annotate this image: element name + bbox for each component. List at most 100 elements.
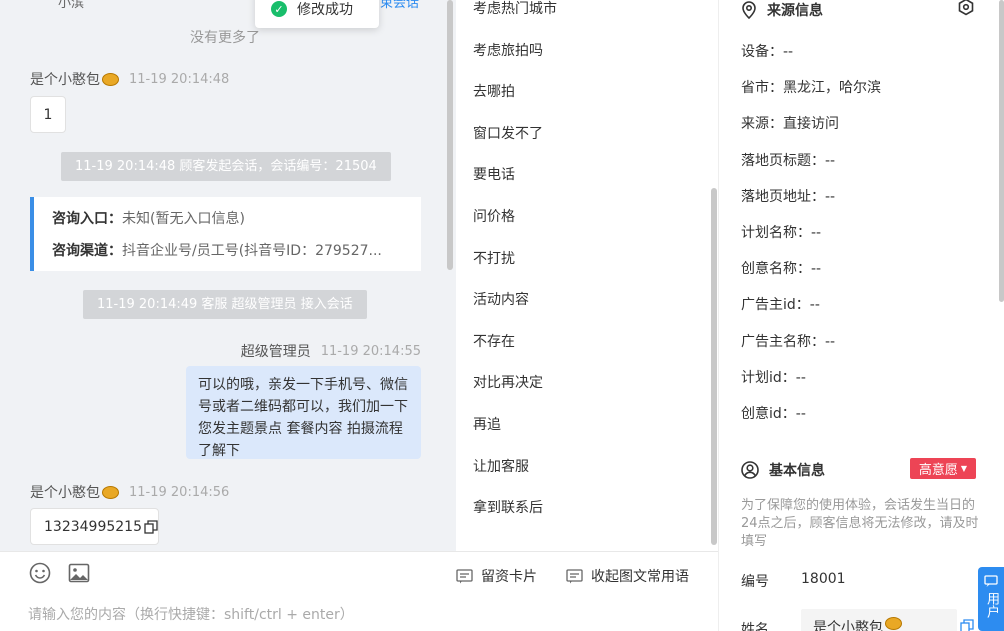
- card-icon: [456, 568, 473, 583]
- sender-name: 是个小憨包: [30, 485, 100, 501]
- quick-reply-item[interactable]: 不存在: [473, 331, 515, 351]
- field-value: 黑龙江，哈尔滨: [783, 80, 881, 97]
- field-value: --: [811, 225, 822, 241]
- chat-panel: 小滨 束会话 没有更多了 是个小憨包 11-19 20:14:48 1 11-1…: [0, 0, 456, 551]
- quick-reply-list: 考虑热门城市 考虑旅拍吗去哪拍窗口发不了要电话问价格不打扰活动内容不存在对比再决定…: [456, 0, 718, 551]
- emoji-icon: [885, 617, 902, 630]
- basic-info-title: 基本信息: [741, 460, 825, 480]
- field-label: 落地页标题：: [741, 152, 825, 169]
- message-time: 11-19 20:14:55: [320, 343, 421, 359]
- phone-text: 13234995215: [44, 518, 142, 535]
- message-sender: 超级管理员 11-19 20:14:55: [241, 341, 421, 361]
- field-value: --: [825, 152, 836, 169]
- message-icon: [566, 568, 583, 583]
- field-value: --: [809, 297, 820, 314]
- field-label: 创意id：: [741, 406, 796, 422]
- source-field-row: 创意id：--: [741, 403, 806, 423]
- source-field-row: 广告主名称：--: [741, 331, 835, 351]
- basic-title-text: 基本信息: [769, 463, 825, 479]
- source-info-title: 来源信息: [741, 0, 823, 20]
- copy-icon[interactable]: [960, 619, 974, 631]
- name-label: 姓名: [741, 622, 769, 631]
- quick-reply-item[interactable]: 去哪拍: [473, 81, 515, 101]
- intent-badge[interactable]: 高意愿 ▼: [910, 458, 976, 479]
- field-value: --: [795, 406, 806, 422]
- source-title-text: 来源信息: [767, 3, 823, 19]
- lead-card-label: 留资卡片: [481, 569, 537, 585]
- location-target-icon[interactable]: [957, 0, 975, 16]
- quick-reply-item[interactable]: 让加客服: [473, 456, 529, 476]
- quick-reply-item[interactable]: 拿到联系后: [473, 497, 543, 517]
- chat-scrollbar[interactable]: [447, 0, 453, 270]
- toast-text: 修改成功: [297, 2, 353, 18]
- message-time: 11-19 20:14:48: [129, 71, 230, 87]
- id-label: 编号: [741, 574, 769, 590]
- user-panel-button[interactable]: 用户: [978, 567, 1004, 631]
- info-scrollbar[interactable]: [999, 0, 1004, 302]
- message-sender: 是个小憨包 11-19 20:14:56: [30, 482, 229, 502]
- source-field-row: 省市：黑龙江，哈尔滨: [741, 77, 881, 97]
- id-value: 18001: [801, 571, 846, 587]
- field-label: 设备：: [741, 44, 783, 60]
- source-field-row: 落地页地址：--: [741, 186, 835, 206]
- field-value: 直接访问: [783, 116, 839, 133]
- quick-reply-item[interactable]: 再追: [473, 414, 501, 434]
- chat-bubble-icon: [984, 575, 998, 587]
- customer-info-panel: 来源信息 设备：-- 省市：黑龙江，哈尔滨 来源：直接访问 落地页标题：-- 落地页地址…: [718, 0, 1004, 631]
- entry-value: 未知(暂无入口信息): [122, 211, 245, 227]
- end-session-link[interactable]: 束会话: [380, 0, 419, 11]
- edit-hint: 为了保障您的使用体验，会话发生当日的24点之后，顾客信息将无法修改，请及时填写: [741, 498, 979, 549]
- source-field-row: 创意名称：--: [741, 258, 821, 278]
- field-value: --: [811, 261, 822, 278]
- field-value: --: [825, 188, 836, 205]
- prev-session-name: 小滨: [58, 0, 85, 11]
- collapse-phrases-label: 收起图文常用语: [591, 569, 689, 585]
- location-pin-icon: [742, 1, 756, 19]
- caret-down-icon: ▼: [960, 464, 968, 473]
- quick-reply-item[interactable]: 问价格: [473, 206, 515, 226]
- name-value: 是个小憨包: [813, 620, 883, 631]
- quick-reply-item[interactable]: 对比再决定: [473, 372, 543, 392]
- emoji-icon: [102, 485, 119, 499]
- user-panel-label: 用户: [984, 592, 999, 618]
- name-field[interactable]: 是个小憨包: [801, 609, 957, 631]
- quick-reply-item[interactable]: 要电话: [473, 164, 515, 184]
- lead-card-button[interactable]: 留资卡片: [456, 566, 537, 586]
- quick-reply-item[interactable]: 不打扰: [473, 248, 515, 268]
- quick-reply-item[interactable]: 考虑热门城市: [473, 0, 557, 18]
- channel-value: 抖音企业号/员工号(抖音号ID：279527...: [122, 243, 382, 259]
- collapse-phrases-button[interactable]: 收起图文常用语: [566, 566, 689, 586]
- sender-name: 是个小憨包: [30, 72, 100, 88]
- intent-badge-label: 高意愿: [918, 463, 958, 478]
- source-field-row: 落地页标题：--: [741, 150, 835, 170]
- source-field-row: 计划id：--: [741, 367, 806, 387]
- customer-message: 1: [30, 96, 66, 133]
- source-field-row: 设备：--: [741, 41, 793, 61]
- quick-reply-item[interactable]: 活动内容: [473, 289, 529, 309]
- quick-reply-item[interactable]: 窗口发不了: [473, 123, 543, 143]
- system-message: 11-19 20:14:48 顾客发起会话，会话编号：21504: [61, 152, 391, 181]
- success-toast: ✓ 修改成功: [255, 0, 379, 28]
- field-value: --: [783, 44, 794, 60]
- copy-icon[interactable]: [144, 519, 158, 534]
- user-circle-icon: [741, 461, 759, 479]
- channel-label: 咨询渠道：: [52, 243, 122, 259]
- field-label: 广告主名称：: [741, 333, 825, 350]
- field-label: 计划id：: [741, 369, 796, 386]
- emoji-picker-icon[interactable]: [29, 562, 51, 584]
- image-upload-icon[interactable]: [68, 562, 90, 584]
- entry-label: 咨询入口：: [52, 211, 122, 227]
- field-label: 来源：: [741, 116, 783, 133]
- field-label: 广告主id：: [741, 297, 810, 314]
- field-value: --: [795, 369, 806, 386]
- message-sender: 是个小憨包 11-19 20:14:48: [30, 69, 229, 89]
- source-field-row: 广告主id：--: [741, 294, 820, 314]
- message-time: 11-19 20:14:56: [129, 484, 230, 500]
- consult-info-card: 咨询入口：未知(暂无入口信息) 咨询渠道：抖音企业号/员工号(抖音号ID：279…: [30, 197, 421, 271]
- quick-reply-item[interactable]: 考虑旅拍吗: [473, 40, 543, 60]
- field-label: 创意名称：: [741, 261, 811, 278]
- source-field-row: 计划名称：--: [741, 222, 821, 242]
- customer-message: 13234995215: [30, 508, 159, 545]
- message-input[interactable]: 请输入您的内容（换行快捷键：shift/ctrl + enter）: [28, 604, 354, 624]
- quick-reply-scrollbar[interactable]: [711, 188, 717, 545]
